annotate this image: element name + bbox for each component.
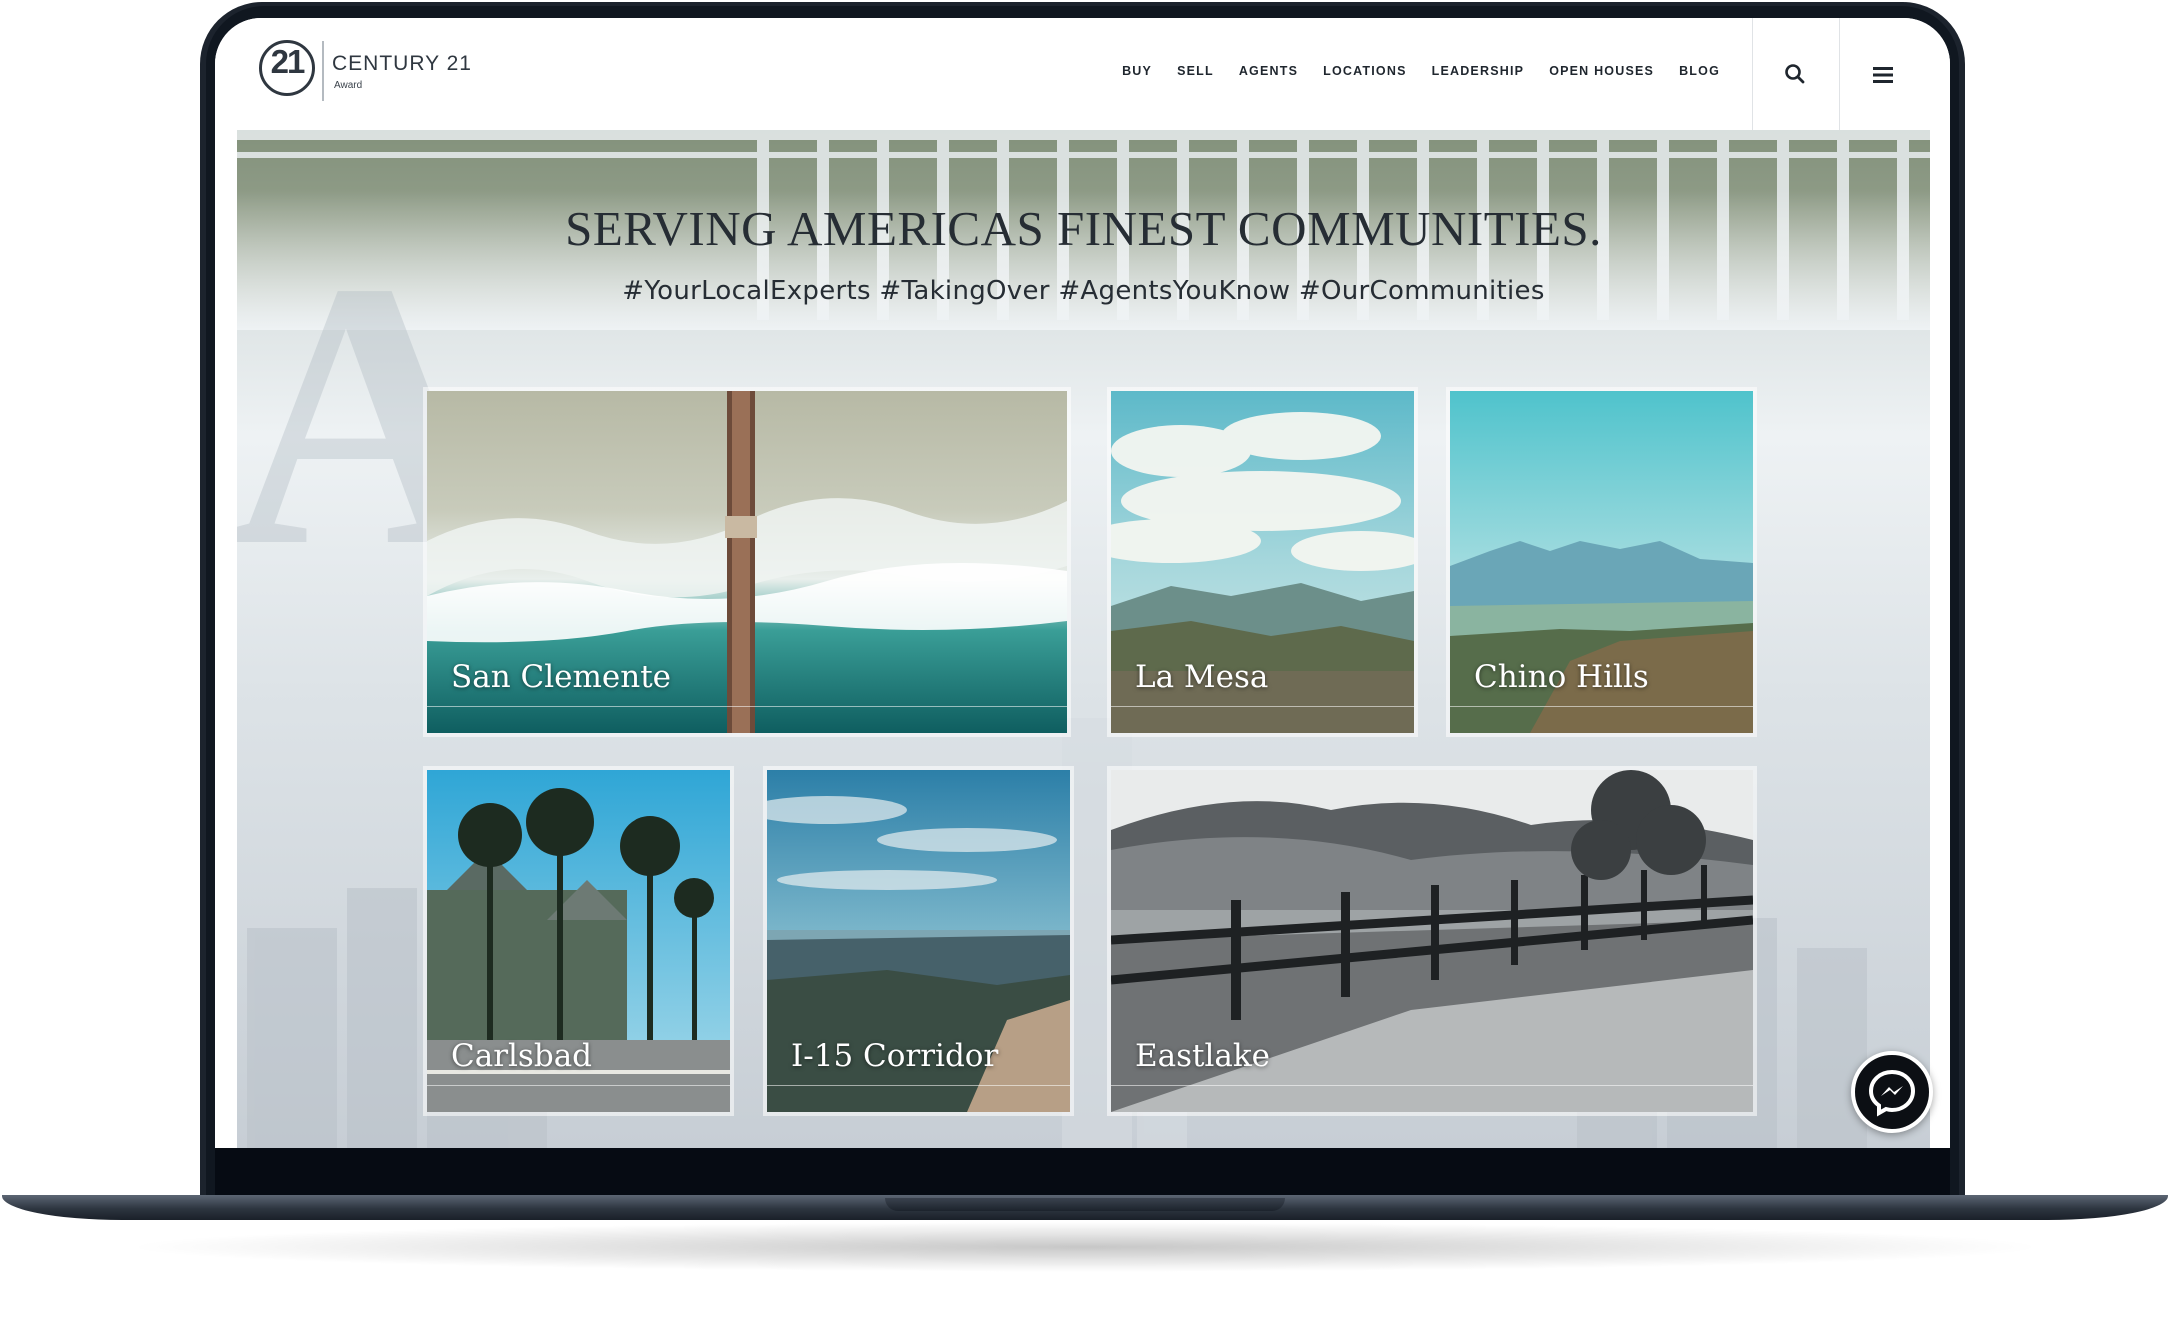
search-icon [1785, 64, 1805, 84]
community-label: I-15 Corridor [791, 1038, 999, 1074]
community-label: Carlsbad [451, 1038, 593, 1074]
search-button[interactable] [1772, 54, 1818, 94]
community-tile-la-mesa[interactable]: La Mesa [1111, 391, 1414, 733]
hero-title: SERVING AMERICAS FINEST COMMUNITIES. [565, 201, 1602, 256]
century21-seal-logo[interactable]: 21 [259, 40, 315, 96]
browser-screen: 21 CENTURY 21 Award BUY SELL AGENTS LOCA… [215, 18, 1950, 1148]
messenger-icon [1868, 1069, 1916, 1117]
label-rule [1450, 706, 1753, 707]
community-tile-i15-corridor[interactable]: I-15 Corridor [767, 770, 1070, 1112]
laptop-notch [885, 1198, 1285, 1211]
label-rule [1111, 706, 1414, 707]
nav-blog[interactable]: BLOG [1679, 64, 1720, 78]
nav-buy[interactable]: BUY [1122, 64, 1152, 78]
nav-open-houses[interactable]: OPEN HOUSES [1549, 64, 1654, 78]
brand-subtitle: Award [334, 80, 363, 91]
nav-sell[interactable]: SELL [1177, 64, 1214, 78]
label-rule [767, 1085, 1070, 1086]
community-label: San Clemente [451, 659, 672, 695]
community-tile-chino-hills[interactable]: Chino Hills [1450, 391, 1753, 733]
seal-number: 21 [270, 43, 306, 80]
main-nav: BUY SELL AGENTS LOCATIONS LEADERSHIP OPE… [1097, 64, 1720, 78]
hero-section: A SERVING AMERICAS FINEST COMMUNITIES. #… [237, 130, 1930, 1148]
laptop-chin [215, 1148, 1950, 1197]
nav-agents[interactable]: AGENTS [1239, 64, 1298, 78]
logo-divider [322, 41, 324, 101]
hero-hashtags: #YourLocalExperts #TakingOver #AgentsYou… [622, 276, 1545, 306]
label-rule [427, 706, 1067, 707]
community-label: La Mesa [1135, 659, 1269, 695]
label-rule [427, 1085, 730, 1086]
brand-name[interactable]: CENTURY 21 [332, 52, 472, 76]
header-divider [1839, 18, 1840, 130]
community-tile-eastlake[interactable]: Eastlake [1111, 770, 1753, 1112]
menu-button[interactable] [1863, 56, 1903, 94]
site-header: 21 CENTURY 21 Award BUY SELL AGENTS LOCA… [215, 18, 1950, 130]
hamburger-menu-icon [1873, 67, 1893, 83]
community-tile-carlsbad[interactable]: Carlsbad [427, 770, 730, 1112]
community-tile-san-clemente[interactable]: San Clemente [427, 391, 1067, 733]
laptop-shadow [120, 1222, 2050, 1272]
label-rule [1111, 1085, 1753, 1086]
header-divider [1752, 18, 1753, 130]
community-label: Chino Hills [1474, 659, 1649, 695]
nav-locations[interactable]: LOCATIONS [1323, 64, 1406, 78]
nav-leadership[interactable]: LEADERSHIP [1432, 64, 1525, 78]
messenger-chat-button[interactable] [1851, 1051, 1933, 1133]
community-label: Eastlake [1135, 1038, 1271, 1074]
